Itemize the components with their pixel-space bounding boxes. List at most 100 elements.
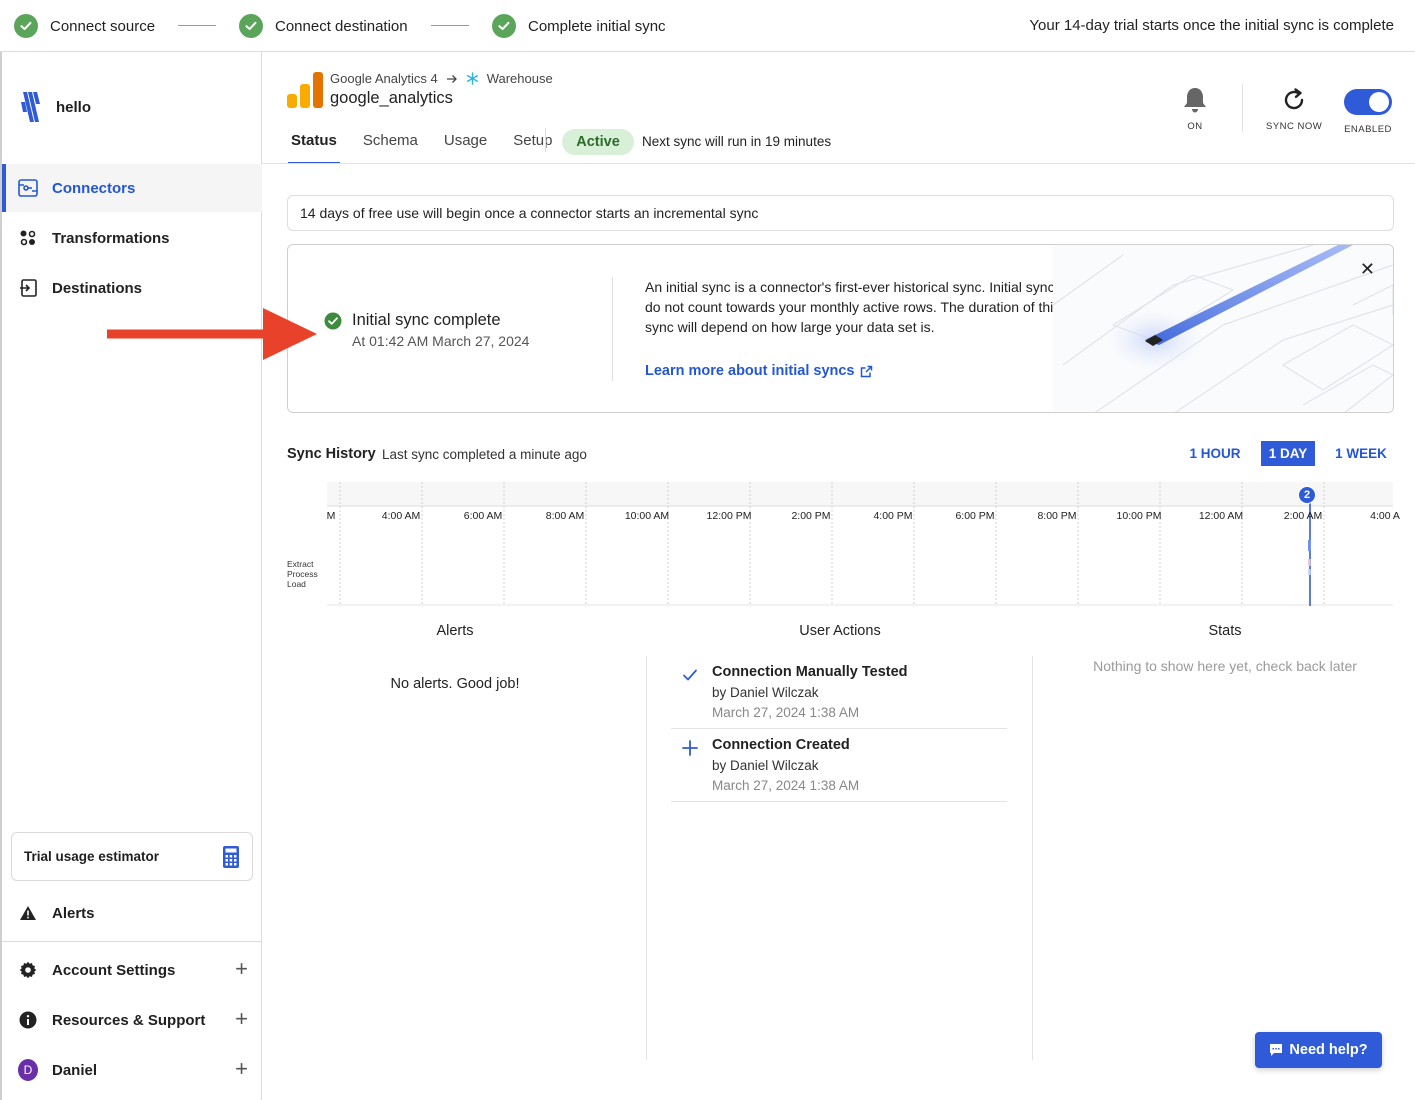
legend-load: Load: [287, 579, 306, 589]
range-1-week[interactable]: 1 WEEK: [1330, 441, 1392, 466]
sync-status: Initial sync complete: [324, 311, 501, 330]
sync-now-button[interactable]: SYNC NOW: [1266, 86, 1322, 132]
timeline-tick-label: 2:00 AM: [1283, 510, 1323, 522]
tab-usage[interactable]: Usage: [441, 132, 490, 164]
gear-icon: [18, 960, 38, 980]
external-link-icon: [860, 365, 872, 377]
need-help-button[interactable]: Need help?: [1255, 1032, 1382, 1068]
expand-plus-icon[interactable]: +: [235, 1008, 248, 1030]
user-actions-heading: User Actions: [799, 623, 881, 639]
estimator-label: Trial usage estimator: [24, 849, 160, 864]
toggle-knob: [1369, 92, 1389, 112]
step-complete-initial-sync: Complete initial sync: [492, 14, 666, 38]
user-name: Daniel: [52, 1061, 98, 1079]
sidebar-item-transformations[interactable]: Transformations: [2, 214, 262, 262]
action-date: March 27, 2024 1:38 AM: [712, 705, 860, 720]
toggle-switch[interactable]: [1344, 89, 1392, 115]
timeline-legend: Extract Process Load: [287, 559, 318, 589]
chat-icon: [1270, 1044, 1283, 1056]
expand-plus-icon[interactable]: +: [235, 958, 248, 980]
sidebar-item-resources-support[interactable]: Resources & Support +: [2, 996, 262, 1044]
user-action-item: Connection Created by Daniel Wilczak Mar…: [671, 729, 1007, 802]
free-use-banner: 14 days of free use will begin once a co…: [287, 195, 1394, 231]
check-circle-icon: [239, 14, 263, 38]
warning-icon: [18, 903, 38, 923]
connector-name: google_analytics: [330, 89, 453, 107]
range-1-hour[interactable]: 1 HOUR: [1184, 441, 1246, 466]
avatar-wrap: D: [18, 1059, 38, 1081]
expand-plus-icon[interactable]: +: [235, 1058, 248, 1080]
step-connect-source: Connect source: [14, 14, 155, 38]
check-circle-icon: [492, 14, 516, 38]
sync-time: At 01:42 AM March 27, 2024: [352, 333, 530, 349]
breadcrumb-destination[interactable]: Warehouse: [487, 71, 553, 86]
notifications-toggle[interactable]: ON: [1182, 86, 1208, 132]
transformations-icon: [18, 228, 38, 248]
enabled-label: ENABLED: [1344, 124, 1392, 135]
range-1-day[interactable]: 1 DAY: [1261, 441, 1315, 466]
bell-icon: [1184, 88, 1206, 113]
header-divider: [262, 163, 1415, 164]
brand[interactable]: hello: [20, 90, 91, 124]
tab-status[interactable]: Status: [288, 132, 340, 164]
sidebar-item-alerts[interactable]: Alerts: [2, 889, 262, 937]
trial-note: Your 14-day trial starts once the initia…: [1029, 17, 1394, 34]
header-action-divider: [1242, 84, 1243, 132]
timeline-tick-label: 10:00 AM: [624, 510, 670, 522]
sync-now-label: SYNC NOW: [1266, 121, 1323, 132]
info-icon: [18, 1010, 38, 1030]
breadcrumb-source[interactable]: Google Analytics 4: [330, 71, 438, 86]
timeline-tick-label: M: [326, 510, 336, 522]
close-icon[interactable]: ✕: [1360, 259, 1375, 280]
no-alerts-text: No alerts. Good job!: [390, 676, 520, 692]
learn-more-label: Learn more about initial syncs: [645, 363, 855, 379]
sidebar-item-label: Account Settings: [52, 961, 176, 979]
enabled-toggle[interactable]: ENABLED: [1344, 89, 1392, 135]
step-label: Connect destination: [275, 17, 408, 35]
tab-setup[interactable]: Setup: [510, 132, 555, 164]
arrow-right-icon: [446, 74, 457, 83]
trial-usage-estimator[interactable]: Trial usage estimator: [11, 832, 253, 881]
onboarding-bar: Connect source Connect destination Compl…: [0, 0, 1415, 52]
check-circle-icon: [14, 14, 38, 38]
stats-heading: Stats: [1208, 623, 1242, 639]
connector-breadcrumb: Google Analytics 4 Warehouse: [330, 71, 553, 86]
timeline-marker[interactable]: 2: [1298, 486, 1316, 504]
timeline-tick-label: 2:00 PM: [791, 510, 831, 522]
check-icon: [683, 669, 697, 681]
timeline-tick-label: 12:00 AM: [1198, 510, 1244, 522]
sidebar-item-user[interactable]: D Daniel +: [2, 1046, 262, 1094]
sidebar-divider: [2, 941, 262, 942]
initial-sync-card: Initial sync complete At 01:42 AM March …: [287, 244, 1394, 413]
column-divider: [1032, 656, 1033, 1060]
timeline-tick-label: 4:00 AM: [381, 510, 421, 522]
sidebar-item-label: Alerts: [52, 904, 95, 922]
legend-process: Process: [287, 569, 318, 579]
sidebar-item-destinations[interactable]: Destinations: [2, 264, 262, 312]
legend-extract: Extract: [287, 559, 314, 569]
action-date: March 27, 2024 1:38 AM: [712, 778, 860, 793]
sync-title: Initial sync complete: [352, 311, 501, 329]
timeline-tick-label: 8:00 AM: [545, 510, 585, 522]
alerts-heading: Alerts: [436, 623, 474, 639]
tab-separator: [545, 128, 546, 152]
timeline-tick-label: 4:00 A: [1370, 510, 1400, 522]
snowflake-icon: [466, 72, 478, 85]
tab-schema[interactable]: Schema: [360, 132, 421, 164]
timeline-tick-label: 4:00 PM: [873, 510, 913, 522]
step-label: Connect source: [50, 17, 156, 35]
action-author: by Daniel Wilczak: [712, 758, 819, 773]
annotation-arrow-icon: [107, 308, 317, 360]
learn-more-link[interactable]: Learn more about initial syncs: [645, 363, 873, 379]
connector-tabs: Status Schema Usage Setup: [288, 132, 575, 164]
timeline-tick-label: 6:00 AM: [463, 510, 503, 522]
stats-empty-text: Nothing to show here yet, check back lat…: [1093, 658, 1357, 674]
action-title: Connection Created: [712, 737, 850, 753]
timeline-grid: [327, 482, 1393, 606]
sidebar-item-connectors[interactable]: Connectors: [2, 164, 262, 212]
next-sync-text: Next sync will run in 19 minutes: [642, 134, 832, 149]
avatar: D: [18, 1059, 38, 1081]
sync-timeline: M 4:00 AM 6:00 AM 8:00 AM 10:00 AM 12:00 PM 2:…: [326, 482, 1400, 606]
step-connector-line: [431, 25, 469, 26]
sidebar-item-account-settings[interactable]: Account Settings +: [2, 946, 262, 994]
